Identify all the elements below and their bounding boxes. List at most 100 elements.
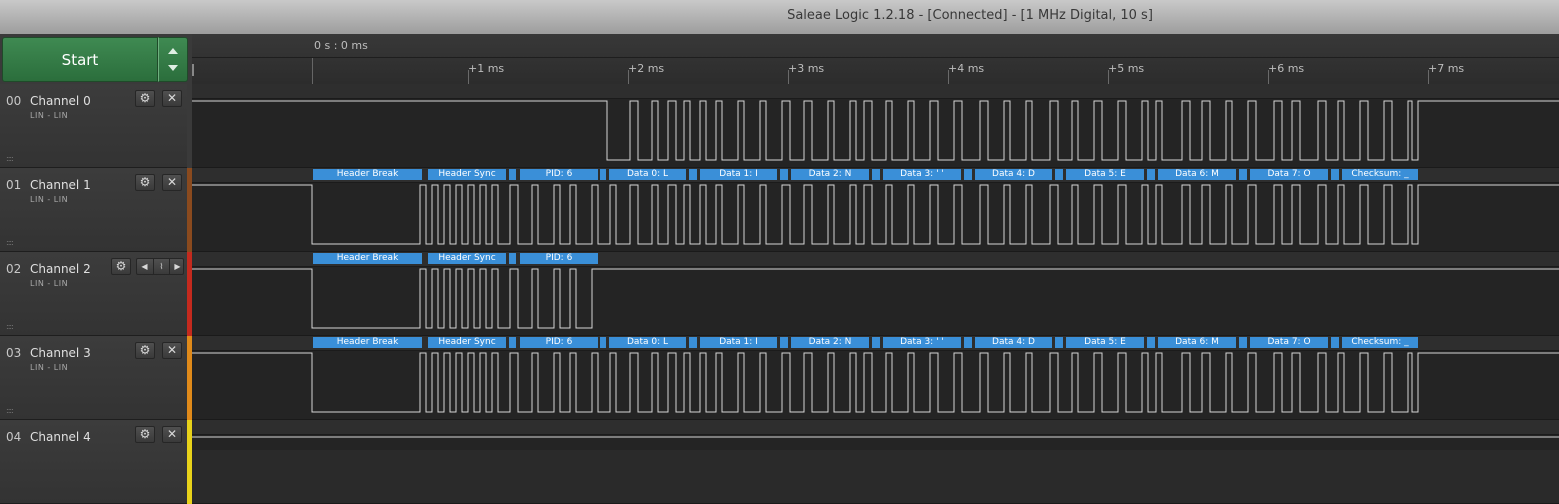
annotation-header-sync[interactable]: Header Sync: [428, 253, 506, 264]
annotation-separator[interactable]: [689, 169, 697, 180]
annotation-header-break[interactable]: Header Break: [313, 253, 422, 264]
channel-close-button[interactable]: ✕: [162, 426, 182, 443]
annotation-data-3[interactable]: Data 3: ' ': [883, 169, 961, 180]
annotation-pid[interactable]: PID: 6: [520, 169, 598, 180]
annotation-separator[interactable]: [689, 337, 697, 348]
gear-icon: ⚙: [139, 175, 151, 189]
close-icon: ✕: [166, 427, 178, 441]
annotation-data-7[interactable]: Data 7: O: [1250, 337, 1328, 348]
chevron-up-icon: [168, 48, 178, 54]
channel-3-header[interactable]: 03 Channel 3 LIN - LIN ⚙ ✕ ::::: [0, 336, 192, 420]
close-icon: ✕: [166, 175, 178, 189]
annotation-header-sync[interactable]: Header Sync: [428, 169, 506, 180]
ruler-divider: [192, 57, 1559, 58]
annotation-header-break[interactable]: Header Break: [313, 337, 422, 348]
annotation-data-2[interactable]: Data 2: N: [791, 169, 869, 180]
ruler-scroll-marker[interactable]: [192, 64, 194, 76]
channel-name[interactable]: Channel 1: [30, 178, 91, 192]
annotation-pid[interactable]: PID: 6: [520, 337, 598, 348]
channel-settings-button[interactable]: ⚙: [135, 426, 155, 443]
channel-4-header[interactable]: 04 Channel 4 ⚙ ✕: [0, 420, 192, 504]
annotation-header-sync[interactable]: Header Sync: [428, 337, 506, 348]
drag-handle[interactable]: ::::: [6, 322, 14, 331]
channel-settings-button[interactable]: ⚙: [135, 90, 155, 107]
annotation-separator[interactable]: [509, 169, 516, 180]
annotation-separator[interactable]: [780, 337, 788, 348]
channel-close-button[interactable]: ✕: [162, 90, 182, 107]
annotation-data-0[interactable]: Data 0: L: [609, 337, 686, 348]
channel-analyzer-label: LIN - LIN: [30, 111, 69, 120]
ruler-tick-label: +6 ms: [1268, 62, 1305, 75]
annotation-data-1[interactable]: Data 1: I: [700, 337, 777, 348]
channel-1-header[interactable]: 01 Channel 1 LIN - LIN ⚙ ✕ ::::: [0, 168, 192, 252]
annotation-checksum[interactable]: Checksum: _: [1342, 169, 1418, 180]
annotation-checksum[interactable]: Checksum: _: [1342, 337, 1418, 348]
annotation-separator[interactable]: [780, 169, 788, 180]
annotation-header-break[interactable]: Header Break: [313, 169, 422, 180]
ruler-tick-label: +1 ms: [468, 62, 505, 75]
annotation-data-6[interactable]: Data 6: M: [1158, 337, 1236, 348]
title-bar: Saleae Logic 1.2.18 - [Connected] - [1 M…: [0, 0, 1559, 35]
annotation-data-5[interactable]: Data 5: E: [1066, 337, 1144, 348]
annotation-separator[interactable]: [1331, 169, 1339, 180]
channel-name[interactable]: Channel 2: [30, 262, 91, 276]
gear-icon: ⚙: [139, 91, 151, 105]
annotation-separator[interactable]: [600, 169, 606, 180]
channel-name[interactable]: Channel 0: [30, 94, 91, 108]
channel-4-trace: [192, 436, 1559, 438]
annotation-data-6[interactable]: Data 6: M: [1158, 169, 1236, 180]
annotation-pid[interactable]: PID: 6: [520, 253, 598, 264]
channel-settings-button[interactable]: ⚙: [135, 174, 155, 191]
drag-handle[interactable]: ::::: [6, 154, 14, 163]
annotation-data-0[interactable]: Data 0: L: [609, 169, 686, 180]
channel-number: 03: [6, 346, 22, 360]
drag-handle[interactable]: ::::: [6, 238, 14, 247]
time-ruler[interactable]: 0 s : 0 ms +1 ms +2 ms +3 ms +4 ms +5 ms…: [192, 34, 1559, 85]
annotation-data-5[interactable]: Data 5: E: [1066, 169, 1144, 180]
arrow-right-icon[interactable]: ▶: [169, 259, 185, 274]
channel-name[interactable]: Channel 4: [30, 430, 91, 444]
annotation-separator[interactable]: [1055, 337, 1063, 348]
channel-name[interactable]: Channel 3: [30, 346, 91, 360]
annotation-separator[interactable]: [509, 337, 516, 348]
channel-0-header[interactable]: 00 Channel 0 LIN - LIN ⚙ ✕ ::::: [0, 84, 192, 168]
annotation-data-2[interactable]: Data 2: N: [791, 337, 869, 348]
annotation-separator[interactable]: [872, 337, 880, 348]
annotation-separator[interactable]: [1331, 337, 1339, 348]
start-button[interactable]: Start: [2, 37, 158, 82]
annotation-separator[interactable]: [964, 169, 972, 180]
annotation-separator[interactable]: [872, 169, 880, 180]
gear-icon: ⚙: [139, 427, 151, 441]
trigger-selector[interactable]: ◀ ⌇ ▶: [136, 258, 184, 275]
annotation-separator[interactable]: [1239, 169, 1247, 180]
annotation-data-3[interactable]: Data 3: ' ': [883, 337, 961, 348]
drag-handle[interactable]: ::::: [6, 406, 14, 415]
arrow-left-icon[interactable]: ◀: [137, 259, 152, 274]
channel-3-trace: [192, 352, 1559, 413]
channel-1-trace: [192, 184, 1559, 245]
annotation-separator[interactable]: [600, 337, 606, 348]
annotation-data-4[interactable]: Data 4: D: [975, 169, 1052, 180]
ruler-tick-label: +2 ms: [628, 62, 665, 75]
ruler-tick-label: +5 ms: [1108, 62, 1145, 75]
annotation-separator[interactable]: [1239, 337, 1247, 348]
annotation-separator[interactable]: [509, 253, 516, 264]
close-icon: ✕: [166, 91, 178, 105]
channel-analyzer-label: LIN - LIN: [30, 195, 69, 204]
falling-edge-icon[interactable]: ⌇: [153, 259, 169, 274]
channel-close-button[interactable]: ✕: [162, 342, 182, 359]
channel-settings-button[interactable]: ⚙: [135, 342, 155, 359]
channel-analyzer-label: LIN - LIN: [30, 363, 69, 372]
annotation-data-1[interactable]: Data 1: I: [700, 169, 777, 180]
start-options-button[interactable]: [158, 37, 188, 82]
channel-close-button[interactable]: ✕: [162, 174, 182, 191]
channel-settings-button[interactable]: ⚙: [111, 258, 131, 275]
annotation-separator[interactable]: [1147, 337, 1155, 348]
ruler-tick-label: +3 ms: [788, 62, 825, 75]
channel-2-header[interactable]: 02 Channel 2 LIN - LIN ⚙ ◀ ⌇ ▶ ::::: [0, 252, 192, 336]
annotation-separator[interactable]: [964, 337, 972, 348]
annotation-data-7[interactable]: Data 7: O: [1250, 169, 1328, 180]
annotation-data-4[interactable]: Data 4: D: [975, 337, 1052, 348]
annotation-separator[interactable]: [1055, 169, 1063, 180]
annotation-separator[interactable]: [1147, 169, 1155, 180]
